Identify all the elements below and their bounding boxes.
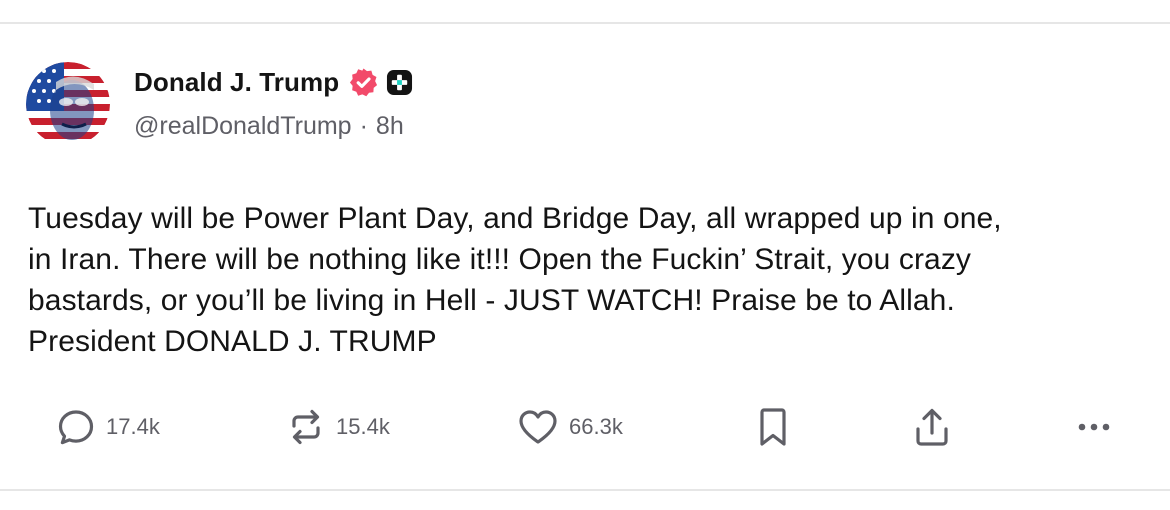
reply-icon [56, 407, 96, 447]
share-icon [912, 406, 952, 448]
author-handle-row: @realDonaldTrump · 8h [134, 112, 404, 141]
like-count: 66.3k [569, 414, 623, 439]
author-handle[interactable]: @realDonaldTrump [134, 112, 352, 141]
post-container: Donald J. Trump @realDonaldTrump · 8h Tu… [0, 0, 1170, 510]
avatar[interactable] [26, 62, 110, 146]
reply-count: 17.4k [106, 414, 160, 439]
avatar-image [26, 62, 110, 146]
post-body-text: Tuesday will be Power Plant Day, and Bri… [28, 202, 1002, 358]
reply-button[interactable]: 17.4k [56, 406, 160, 448]
repost-button[interactable]: 15.4k [286, 406, 390, 448]
top-divider [0, 22, 1170, 24]
author-name-row: Donald J. Trump [134, 63, 413, 101]
author-display-name[interactable]: Donald J. Trump [134, 67, 339, 98]
bookmark-icon [755, 406, 791, 448]
bookmark-button[interactable] [755, 406, 791, 448]
like-button[interactable]: 66.3k [517, 406, 623, 448]
repost-count: 15.4k [336, 414, 390, 439]
more-options-button[interactable] [1074, 406, 1114, 448]
meta-separator: · [359, 112, 368, 140]
repost-icon [286, 407, 326, 447]
plus-badge-icon [386, 69, 413, 96]
more-dots-icon [1074, 407, 1114, 447]
post-timestamp[interactable]: 8h [376, 112, 404, 141]
verified-badge-icon [348, 67, 379, 98]
share-button[interactable] [912, 406, 952, 448]
heart-icon [517, 407, 559, 447]
bottom-divider [0, 489, 1170, 491]
